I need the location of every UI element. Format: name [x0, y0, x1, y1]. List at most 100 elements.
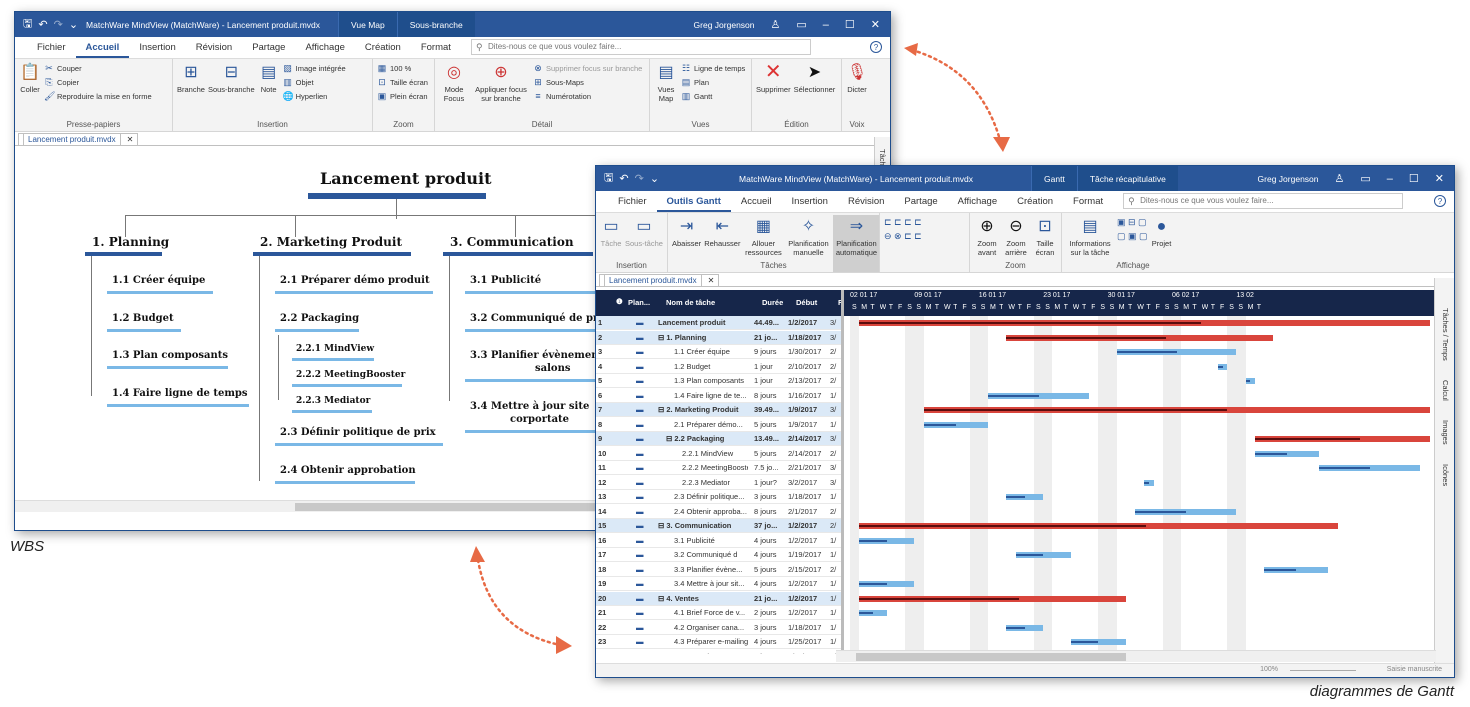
- task-name[interactable]: 1.3 Plan composants: [674, 374, 748, 388]
- context-tab-vue-map[interactable]: Vue Map: [338, 12, 397, 37]
- document-tab[interactable]: Lancement produit.mvdx ✕: [599, 274, 720, 286]
- hyperlink-button[interactable]: 🌐 Hyperlien: [283, 91, 346, 102]
- task-3-2[interactable]: 3.2 Communiqué de pre: [470, 313, 605, 324]
- task-name[interactable]: 2.2.2 MeetingBooster: [682, 461, 748, 475]
- quick-access-icon[interactable]: ⌄: [69, 18, 78, 31]
- task-2-2-2[interactable]: 2.2.2 MeetingBooster: [296, 370, 405, 380]
- menu-fichier[interactable]: Fichier: [27, 42, 76, 58]
- close-icon[interactable]: ✕: [871, 18, 880, 31]
- task-name[interactable]: ⊟ 3. Communication: [658, 519, 748, 533]
- task-3-3[interactable]: 3.3 Planifier évènements: [470, 350, 609, 361]
- task-name[interactable]: ⊟ 2.2 Packaging: [666, 432, 748, 446]
- task-2-4[interactable]: 2.4 Obtenir approbation: [280, 465, 416, 476]
- task-1-1[interactable]: 1.1 Créer équipe: [112, 275, 205, 286]
- task-2-3[interactable]: 2.3 Définir politique de prix: [280, 427, 436, 438]
- task-name[interactable]: 3.3 Planifier évène...: [674, 563, 748, 577]
- menu-affichage[interactable]: Affichage: [295, 42, 354, 58]
- menu-revision[interactable]: Révision: [838, 196, 894, 212]
- ribbon-display-icon[interactable]: ▭: [796, 18, 806, 31]
- display-options2-icon[interactable]: ▢ ▣ ▢: [1117, 231, 1148, 242]
- task-1-3[interactable]: 1.3 Plan composants: [112, 350, 228, 361]
- undo-icon[interactable]: ↶: [619, 172, 628, 185]
- col-name[interactable]: Nom de tâche: [666, 296, 756, 310]
- maximize-icon[interactable]: ☐: [1409, 172, 1419, 185]
- task-2-1[interactable]: 2.1 Préparer démo produit: [280, 275, 430, 286]
- redo-icon[interactable]: ↷: [635, 172, 644, 185]
- cut-button[interactable]: ✂ Couper: [44, 63, 152, 74]
- task-name[interactable]: 2.2.3 Mediator: [682, 476, 748, 490]
- fullscreen-button[interactable]: ▣ Plein écran: [377, 91, 428, 102]
- save-icon[interactable]: 🖫: [604, 169, 613, 188]
- outline-button[interactable]: ▤ Plan: [681, 77, 745, 88]
- task-name[interactable]: 1.4 Faire ligne de te...: [674, 389, 748, 403]
- task-name[interactable]: 2.2.1 MindView: [682, 447, 748, 461]
- task-3-4[interactable]: 3.4 Mettre à jour site: [470, 401, 589, 412]
- zoom-100-button[interactable]: ▦ 100 %: [377, 63, 428, 74]
- minimize-icon[interactable]: –: [1387, 173, 1393, 185]
- menu-insertion[interactable]: Insertion: [782, 196, 838, 212]
- remove-focus-button[interactable]: ⊗ Supprimer focus sur branche: [533, 63, 642, 74]
- link-tools-row1-icon[interactable]: ⊏ ⊏ ⊏ ⊏: [884, 217, 922, 228]
- help-icon[interactable]: ?: [870, 41, 882, 53]
- format-painter-button[interactable]: 🖌 Reproduire la mise en forme: [44, 91, 152, 102]
- user-icon[interactable]: ♙: [1335, 172, 1345, 185]
- task-name[interactable]: 4.2 Organiser cana...: [674, 621, 748, 635]
- menu-insertion[interactable]: Insertion: [129, 42, 185, 58]
- menu-affichage[interactable]: Affichage: [948, 196, 1007, 212]
- side-tab-calc[interactable]: Calcul: [1441, 380, 1450, 401]
- menu-accueil[interactable]: Accueil: [731, 196, 782, 212]
- context-tab-summary-task[interactable]: Tâche récapitulative: [1076, 166, 1178, 191]
- task-name[interactable]: ⊟ 2. Marketing Produit: [658, 403, 748, 417]
- close-tab-icon[interactable]: ✕: [708, 276, 715, 285]
- menu-outils-gantt[interactable]: Outils Gantt: [656, 196, 731, 212]
- menu-revision[interactable]: Révision: [186, 42, 242, 58]
- task-1-2[interactable]: 1.2 Budget: [112, 313, 174, 324]
- col-plan[interactable]: Plan...: [628, 296, 668, 310]
- task-name[interactable]: ⊟ 4. Ventes: [658, 592, 748, 606]
- menu-format[interactable]: Format: [411, 42, 461, 58]
- gantt-area[interactable]: Plan...Nom de tâcheDuréeDébutFin❶02 01 1…: [596, 290, 1436, 654]
- object-button[interactable]: ▥ Objet: [283, 77, 346, 88]
- submaps-button[interactable]: ⊞ Sous-Maps: [533, 77, 642, 88]
- task-name[interactable]: 4.4 Organiser vent...: [674, 650, 748, 655]
- ribbon-display-icon[interactable]: ▭: [1360, 172, 1370, 185]
- image-button[interactable]: ▧ Image intégrée: [283, 63, 345, 74]
- maximize-icon[interactable]: ☐: [845, 18, 855, 31]
- task-name[interactable]: Lancement produit: [658, 316, 748, 330]
- redo-icon[interactable]: ↷: [54, 18, 63, 31]
- task-name[interactable]: 2.4 Obtenir approba...: [674, 505, 748, 519]
- side-tab-icons[interactable]: Icônes: [1441, 464, 1450, 486]
- task-name[interactable]: 4.3 Préparer e-mailing: [674, 635, 748, 649]
- gantt-button[interactable]: ▥ Gantt: [681, 91, 745, 102]
- document-tab[interactable]: Lancement produit.mvdx ✕: [18, 133, 139, 145]
- menu-partage[interactable]: Partage: [242, 42, 295, 58]
- copy-button[interactable]: ⎘ Copier: [44, 77, 152, 88]
- task-name[interactable]: 3.1 Publicité: [674, 534, 748, 548]
- task-name[interactable]: 1.1 Créer équipe: [674, 345, 748, 359]
- task-name[interactable]: 2.3 Définir politique...: [674, 490, 748, 504]
- branch-3-title[interactable]: 3. Communication: [450, 235, 574, 249]
- task-2-2-1[interactable]: 2.2.1 MindView: [296, 344, 374, 354]
- display-options-icon[interactable]: ▣ ⊟ ▢: [1117, 217, 1148, 228]
- numbering-button[interactable]: ≡ Numérotation: [533, 91, 642, 101]
- context-tab-gantt[interactable]: Gantt: [1031, 166, 1077, 191]
- context-tab-sous-branche[interactable]: Sous-branche: [396, 12, 475, 37]
- menu-creation[interactable]: Création: [1007, 196, 1063, 212]
- task-name[interactable]: ⊟ 1. Planning: [658, 331, 748, 345]
- scroll-thumb[interactable]: [295, 503, 595, 511]
- quick-access-icon[interactable]: ⌄: [650, 172, 659, 185]
- task-name[interactable]: 3.4 Mettre à jour sit...: [674, 577, 748, 591]
- help-icon[interactable]: ?: [1434, 195, 1446, 207]
- map-root[interactable]: Lancement produit: [320, 169, 491, 188]
- undo-icon[interactable]: ↶: [38, 18, 47, 31]
- timeline-button[interactable]: ☷ Ligne de temps: [681, 63, 745, 74]
- tell-me-input[interactable]: Dites-nous ce que vous voulez faire...: [1123, 193, 1404, 209]
- user-icon[interactable]: ♙: [771, 18, 781, 31]
- menu-partage[interactable]: Partage: [894, 196, 947, 212]
- task-1-4[interactable]: 1.4 Faire ligne de temps: [112, 388, 248, 399]
- side-tab-tasks-time[interactable]: Tâches / Temps: [1441, 308, 1450, 361]
- zoom-slider[interactable]: [1290, 670, 1356, 671]
- task-name[interactable]: 3.2 Communiqué d: [674, 548, 748, 562]
- splitter[interactable]: [841, 290, 844, 654]
- task-name[interactable]: 1.2 Budget: [674, 360, 748, 374]
